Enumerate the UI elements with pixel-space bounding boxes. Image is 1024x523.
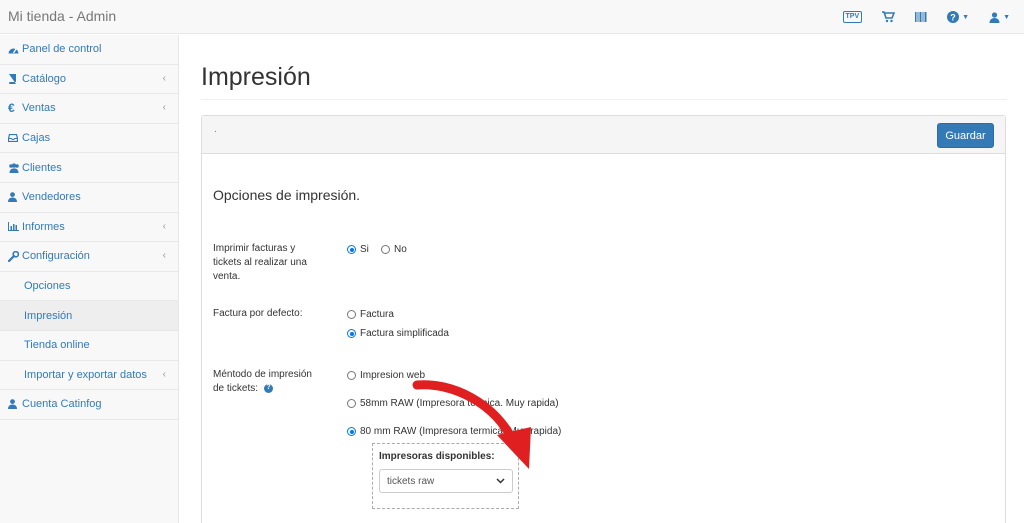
sidebar-item-label: Ventas: [22, 102, 56, 115]
radio-button[interactable]: [347, 329, 356, 338]
chevron-left-icon: ‹: [162, 250, 166, 262]
ticket-method-text: Méntodo de impresión de tickets:: [213, 369, 312, 394]
sidebar-item-label: Cajas: [22, 132, 51, 145]
sidebar-item-informes[interactable]: Informes ‹: [0, 213, 178, 243]
sidebar-item-label: Opciones: [24, 280, 71, 293]
help-icon[interactable]: ?: [264, 383, 274, 393]
svg-text:?: ?: [950, 12, 956, 22]
sidebar-item-ventas[interactable]: € Ventas ‹: [0, 94, 178, 124]
radio-no[interactable]: No: [381, 244, 407, 255]
print-settings-panel: . Guardar Opciones de impresión. Imprimi…: [201, 115, 1006, 523]
radio-label: No: [394, 244, 407, 255]
radio-80mm-raw[interactable]: 80 mm RAW (Impresora termica. Muy rapida…: [347, 426, 561, 437]
chevron-left-icon: ‹: [162, 220, 166, 232]
page-title: Impresión: [201, 63, 311, 91]
ticket-method-label: Méntodo de impresión de tickets:?: [213, 368, 323, 396]
radio-impresion-web[interactable]: Impresion web: [347, 370, 425, 381]
tpv-icon[interactable]: TPV: [842, 8, 863, 26]
radio-button[interactable]: [347, 371, 356, 380]
print-on-sale-label: Imprimir facturas y tickets al realizar …: [213, 243, 307, 282]
sidebar-item-label: Configuración: [22, 250, 90, 263]
radio-si[interactable]: Si: [347, 244, 369, 255]
radio-label: Impresion web: [360, 370, 426, 381]
panel-header-text: .: [214, 124, 217, 135]
sidebar-item-cuenta[interactable]: Cuenta Catinfog: [0, 390, 178, 420]
radio-button[interactable]: [347, 399, 356, 408]
default-invoice-label: Factura por defecto:: [213, 308, 303, 319]
radio-label: 80 mm RAW (Impresora termica. Muy rapida…: [360, 426, 562, 437]
sidebar-item-label: Clientes: [22, 161, 62, 174]
main-content: Impresión . Guardar Opciones de impresió…: [179, 35, 1024, 523]
panel-header: . Guardar: [202, 116, 1005, 154]
chevron-left-icon: ‹: [162, 102, 166, 114]
sidebar-item-impresion[interactable]: Impresión: [0, 301, 178, 331]
help-icon[interactable]: ? ▼: [947, 8, 969, 26]
printer-select-value: tickets raw: [387, 475, 435, 487]
sidebar-item-configuracion[interactable]: Configuración ‹: [0, 242, 178, 272]
chevron-down-icon: ▼: [962, 13, 970, 21]
chevron-left-icon: ‹: [162, 368, 166, 380]
wrench-icon: [8, 250, 20, 262]
radio-label: 58mm RAW (Impresora termica. Muy rapida): [360, 398, 559, 409]
sidebar-item-catalogo[interactable]: Catálogo ‹: [0, 65, 178, 95]
sidebar-item-panel-de-control[interactable]: Panel de control: [0, 35, 178, 65]
bar-chart-icon: [8, 222, 20, 232]
save-button[interactable]: Guardar: [937, 123, 994, 148]
book-icon: [8, 73, 20, 84]
radio-58mm-raw[interactable]: 58mm RAW (Impresora termica. Muy rapida): [347, 398, 559, 409]
radio-button[interactable]: [381, 245, 390, 254]
available-printers-label: Impresoras disponibles:: [379, 451, 495, 462]
top-navbar: Mi tienda - Admin TPV ? ▼ ▼: [0, 0, 1024, 34]
sidebar-item-label: Panel de control: [22, 43, 102, 56]
cart-icon[interactable]: [882, 8, 896, 26]
printer-select[interactable]: tickets raw: [379, 469, 513, 493]
inbox-icon: [8, 134, 20, 143]
sidebar-item-clientes[interactable]: Clientes: [0, 153, 178, 183]
section-title: Opciones de impresión.: [213, 187, 361, 203]
radio-label: Factura: [360, 309, 394, 320]
tpv-label: TPV: [842, 11, 863, 23]
chevron-down-icon: [496, 476, 505, 488]
euro-icon: €: [8, 101, 15, 116]
user-icon: [8, 399, 20, 410]
radio-factura[interactable]: Factura: [347, 309, 394, 320]
user-icon[interactable]: ▼: [989, 8, 1010, 26]
brand-title[interactable]: Mi tienda - Admin: [8, 8, 116, 24]
sidebar-item-label: Impresión: [24, 309, 73, 322]
radio-button[interactable]: [347, 245, 356, 254]
chevron-left-icon: ‹: [162, 72, 166, 84]
radio-button[interactable]: [347, 427, 356, 436]
sidebar-item-label: Catálogo: [22, 72, 67, 85]
radio-factura-simplificada[interactable]: Factura simplificada: [347, 328, 449, 339]
sidebar-item-label: Informes: [22, 220, 65, 233]
title-divider: [201, 99, 1007, 100]
sidebar-item-importar-exportar[interactable]: Importar y exportar datos ‹: [0, 361, 178, 391]
chevron-down-icon: ▼: [1003, 13, 1010, 21]
top-icons: TPV ? ▼ ▼: [823, 8, 1010, 26]
barcode-icon[interactable]: [915, 8, 927, 26]
sidebar-item-label: Cuenta Catinfog: [22, 398, 102, 411]
available-printers-box: Impresoras disponibles: tickets raw: [372, 443, 519, 509]
sidebar-item-label: Tienda online: [24, 339, 90, 352]
sidebar: Panel de control Catálogo ‹ € Ventas ‹ C…: [0, 35, 179, 523]
dashboard-icon: [8, 45, 20, 54]
radio-label: Factura simplificada: [360, 328, 449, 339]
users-icon: [8, 163, 20, 173]
sidebar-item-vendedores[interactable]: Vendedores: [0, 183, 178, 213]
sidebar-item-label: Vendedores: [22, 191, 81, 204]
sidebar-item-opciones[interactable]: Opciones: [0, 272, 178, 302]
sidebar-item-cajas[interactable]: Cajas: [0, 124, 178, 154]
sidebar-item-tienda-online[interactable]: Tienda online: [0, 331, 178, 361]
user-icon: [8, 192, 20, 203]
radio-label: Si: [360, 244, 369, 255]
radio-button[interactable]: [347, 310, 356, 319]
sidebar-item-label: Importar y exportar datos: [24, 368, 147, 381]
